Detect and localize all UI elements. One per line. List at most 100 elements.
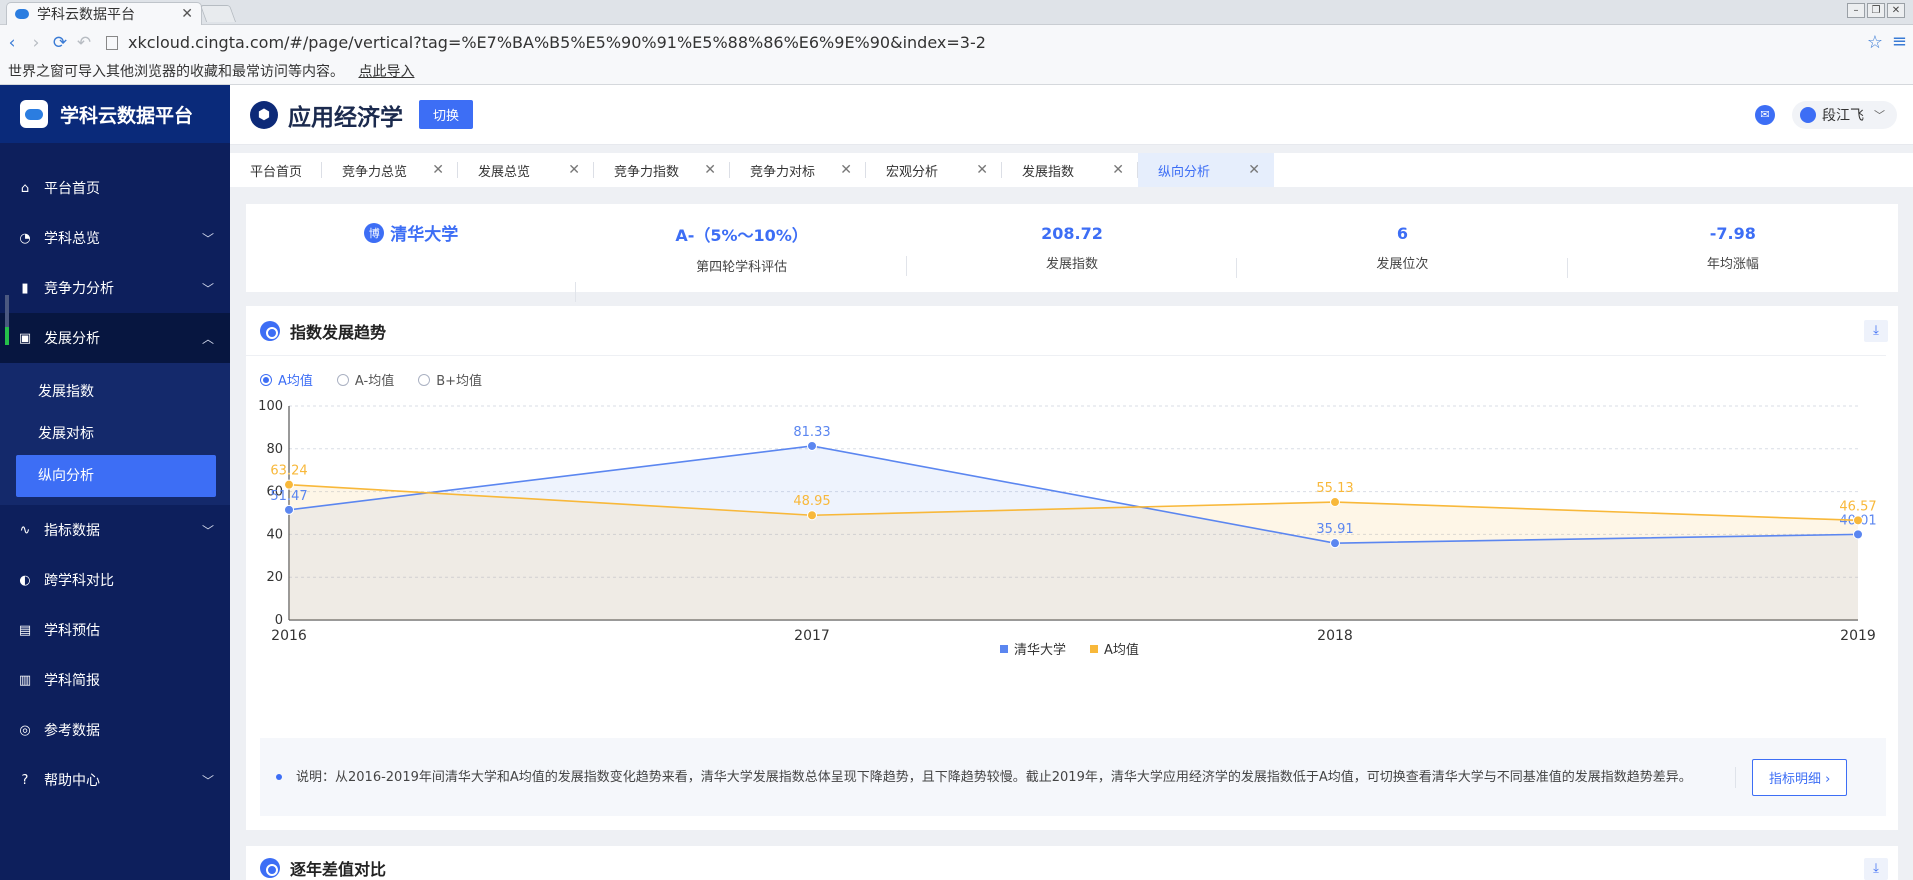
new-tab-button[interactable] [199,5,237,22]
radio-a-minus-mean[interactable]: A-均值 [336,370,395,389]
data-point [1853,515,1863,526]
cloud-icon [15,9,29,19]
undo-icon[interactable]: ↶ [72,33,96,53]
sidebar-item-home[interactable]: ⌂ 平台首页 [0,163,230,213]
radio-a-mean[interactable]: A均值 [260,370,313,389]
y-tick-label: 100 [258,399,283,414]
user-name: 段江飞 [1822,108,1864,124]
x-tick-label: 2017 [794,628,830,644]
tab-competitiveness-benchmark[interactable]: 竞争力对标 ✕ [730,153,866,187]
close-icon[interactable]: ✕ [1112,162,1124,178]
card-title: 指数发展趋势 [290,322,387,342]
tab-macro-analysis[interactable]: 宏观分析 ✕ [866,153,1002,187]
sidebar-item-competitiveness[interactable]: ▮ 竞争力分析 ﹀ [0,263,230,313]
bookmark-bar: 世界之窗可导入其他浏览器的收藏和最常访问等内容。 点此导入 [0,60,1913,85]
tab-label: 发展总览 [478,164,531,180]
browser-titlebar: 学科云数据平台 ✕ – ❐ ✕ [0,0,1913,25]
data-point [1330,497,1340,508]
close-tab-icon[interactable]: ✕ [181,6,193,22]
radio-label: B+均值 [436,374,483,389]
radio-label: A-均值 [354,374,395,389]
close-icon[interactable]: ✕ [432,162,444,178]
page-icon [106,35,118,50]
university-name: 清华大学 [390,225,459,245]
data-point [1853,529,1863,540]
data-point [807,510,817,521]
target-icon: ◎ [19,722,31,738]
brand[interactable]: 学科云数据平台 [0,85,230,143]
data-point [284,504,294,515]
grade-label: 第四轮学科评估 [696,259,788,275]
tab-competitiveness-index[interactable]: 竞争力指数 ✕ [594,153,730,187]
sidebar-item-indicators[interactable]: ∿ 指标数据 ﹀ [0,505,230,555]
y-tick-label: 0 [275,613,283,628]
bookmark-text: 世界之窗可导入其他浏览器的收藏和最常访问等内容。 [8,64,344,80]
tab-home[interactable]: 平台首页 [230,153,322,187]
tab-label: 宏观分析 [886,164,939,180]
minimize-icon[interactable]: – [1847,3,1865,18]
user-menu[interactable]: 段江飞 ﹀ [1792,101,1897,129]
tab-competitiveness-overview[interactable]: 竞争力总览 ✕ [322,153,458,187]
data-label: 63.24 [270,464,307,479]
sidebar-item-cross[interactable]: ◐ 跨学科对比 [0,555,230,605]
close-icon[interactable]: ✕ [840,162,852,178]
growth-label: 年均涨幅 [1706,257,1759,272]
sidebar-item-brief[interactable]: ▥ 学科简报 [0,655,230,705]
sidebar-item-label: 跨学科对比 [44,573,114,589]
forward-icon[interactable]: › [24,33,48,53]
refresh-icon[interactable]: ⟳ [48,33,72,53]
data-point [1330,538,1340,549]
close-icon[interactable]: ✕ [568,162,580,178]
chevron-down-icon: ﹀ [201,773,214,788]
subnav-item-index[interactable]: 发展指数 [0,371,230,413]
chevron-down-icon: ﹀ [201,231,214,246]
sidebar-item-reference[interactable]: ◎ 参考数据 [0,705,230,755]
rank-label: 发展位次 [1376,257,1429,272]
restore-icon[interactable]: ❐ [1867,3,1885,18]
y-tick-label: 40 [266,527,283,542]
subnav-item-vertical[interactable]: 纵向分析 [16,455,216,497]
home-icon: ⌂ [20,180,30,196]
tab-development-overview[interactable]: 发展总览 ✕ [458,153,594,187]
menu-icon[interactable]: ≡ [1892,31,1907,52]
trend-chart: 0204060801002016 2017 2018 201951.4781.3335… [258,399,1876,658]
tab-label: 竞争力总览 [342,164,408,180]
download-icon[interactable]: ⤓ [1864,320,1888,342]
chevron-down-icon: ﹀ [1874,109,1885,122]
close-window-icon[interactable]: ✕ [1887,3,1905,18]
data-point [284,479,294,490]
radio-b-plus-mean[interactable]: B+均值 [418,370,482,389]
section-icon [260,858,280,878]
sidebar-item-label: 学科简报 [44,673,100,689]
x-tick-label: 2018 [1317,628,1353,644]
sidebar-item-development[interactable]: ▣ 发展分析 ︿ [0,313,230,363]
close-icon[interactable]: ✕ [1248,162,1260,178]
tab-vertical-analysis[interactable]: 纵向分析 ✕ [1138,153,1274,187]
sidebar-item-help[interactable]: ? 帮助中心 ﹀ [0,755,230,805]
import-link[interactable]: 点此导入 [358,64,414,80]
download-icon[interactable]: ⤓ [1864,858,1888,880]
back-icon[interactable]: ‹ [0,33,24,53]
browser-tab[interactable]: 学科云数据平台 ✕ [6,2,202,25]
sidebar-item-label: 学科预估 [44,623,100,639]
url-field[interactable]: xkcloud.cingta.com/#/page/vertical?tag=%… [128,33,986,52]
card-title: 逐年差值对比 [290,860,387,879]
sidebar-item-overview[interactable]: ◔ 学科总览 ﹀ [0,213,230,263]
sidebar-item-label: 竞争力分析 [44,281,114,297]
brand-title: 学科云数据平台 [60,104,194,127]
close-icon[interactable]: ✕ [976,162,988,178]
switch-button[interactable]: 切换 [419,100,474,129]
sidebar-scrollbar[interactable] [5,295,9,345]
tab-development-index[interactable]: 发展指数 ✕ [1002,153,1138,187]
explanation-box: 说明：从2016-2019年间清华大学和A均值的发展指数变化趋势来看，清华大学发… [260,738,1886,816]
bullet-dot [276,774,282,780]
close-icon[interactable]: ✕ [704,162,716,178]
sidebar-item-estimate[interactable]: ▤ 学科预估 [0,605,230,655]
indicator-detail-button[interactable]: 指标明细 › [1752,758,1848,796]
star-icon[interactable]: ☆ [1867,32,1883,53]
mail-icon[interactable]: ✉ [1755,105,1775,125]
subnav-item-benchmark[interactable]: 发展对标 [0,413,230,455]
card-header: 指数发展趋势 [246,306,1886,356]
data-label: 48.95 [793,494,830,509]
tab-label: 平台首页 [250,164,303,180]
